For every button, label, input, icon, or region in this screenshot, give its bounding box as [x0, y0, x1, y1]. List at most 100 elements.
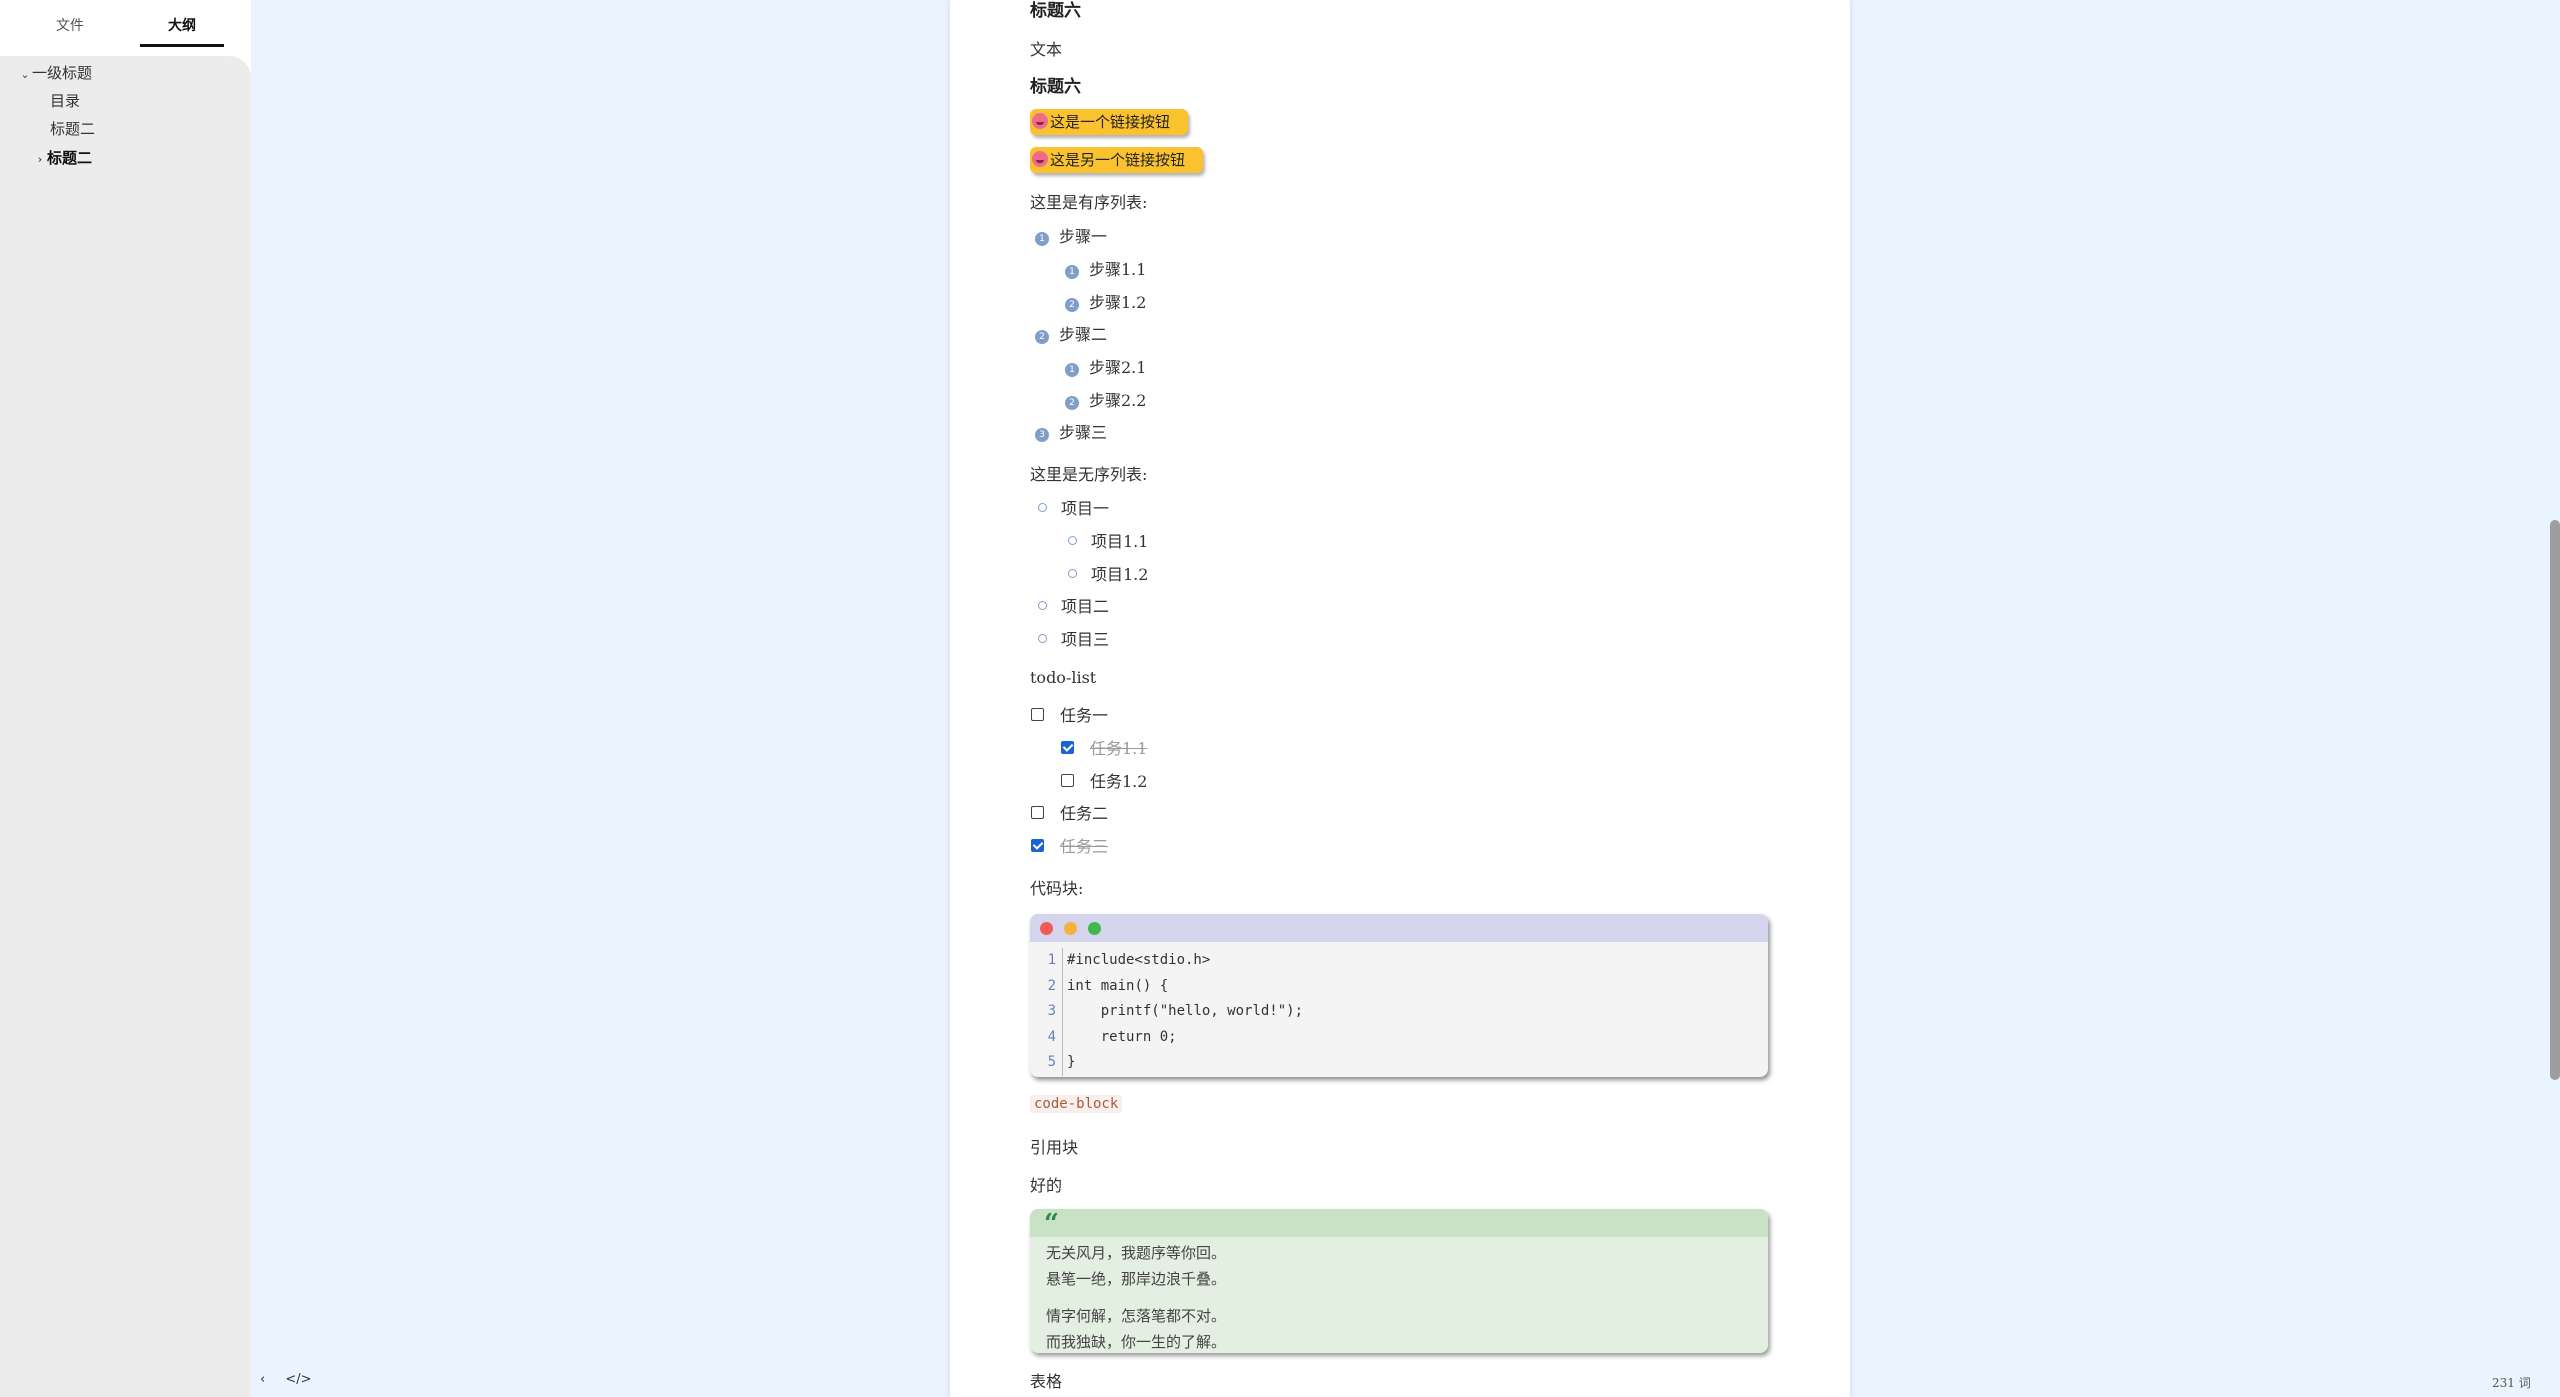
tab-outline[interactable]: 大纲	[140, 14, 224, 47]
quote-line: 无关风月，我题序等你回。	[1046, 1244, 1227, 1262]
heart-eyes-emoji-icon	[1032, 151, 1048, 167]
unordered-list-item: 项目一	[1035, 498, 1109, 520]
todo-item-label: 任务二	[1060, 804, 1109, 823]
code-text: #include<stdio.h>	[1067, 952, 1211, 968]
outline-item-label: 目录	[50, 92, 81, 110]
list-item-label: 步骤1.1	[1089, 260, 1147, 279]
list-item-label: 项目二	[1061, 597, 1110, 616]
todo-checkbox[interactable]	[1031, 708, 1044, 721]
outline-item-h2-active[interactable]: › 标题二	[33, 147, 92, 169]
list-item-label: 项目1.1	[1091, 532, 1149, 551]
quote-intro: 好的	[1030, 1176, 1063, 1195]
quote-block-title: 引用块	[1030, 1138, 1079, 1157]
todo-item: 任务一	[1031, 705, 1108, 727]
list-item-label: 项目1.2	[1091, 565, 1149, 584]
scrollbar[interactable]	[2546, 0, 2560, 1397]
sidebar-footer: ‹ </>	[260, 1372, 328, 1392]
todo-checkbox[interactable]	[1031, 806, 1044, 819]
code-token-function: main	[1100, 977, 1135, 994]
window-maximize-dot-icon	[1088, 922, 1101, 935]
heading-6-top: 标题六	[1030, 1, 1081, 21]
quote-line: 悬笔一绝，那岸边浪千叠。	[1046, 1270, 1227, 1288]
bullet-circle-icon	[1038, 634, 1047, 643]
list-number-badge: 1	[1035, 232, 1049, 246]
line-number: 1	[1030, 948, 1063, 974]
line-number: 4	[1030, 1024, 1063, 1050]
quote-mark-icon: “	[1044, 1209, 1059, 1239]
line-number: 2	[1030, 973, 1063, 999]
link-button-label: 这是一个链接按钮	[1050, 113, 1171, 131]
outline-item-toc[interactable]: 目录	[50, 90, 80, 112]
sidebar: 文件 大纲 ⌄ 一级标题 目录 标题二 › 标题二	[0, 0, 251, 1397]
paragraph-text: 文本	[1030, 40, 1063, 59]
todo-list-title: todo-list	[1030, 668, 1097, 687]
code-text: (	[1151, 1003, 1160, 1019]
link-button-1[interactable]: 这是一个链接按钮	[1030, 109, 1189, 135]
list-item-label: 步骤三	[1059, 423, 1108, 442]
todo-item: 任务1.2	[1061, 771, 1147, 793]
inline-code: code-block	[1030, 1095, 1123, 1113]
ordered-list-item: 3 步骤三	[1035, 422, 1107, 444]
ordered-list-item: 2 步骤2.2	[1065, 390, 1146, 412]
code-line: 1 #include<stdio.h>	[1030, 948, 1768, 974]
tab-files[interactable]: 文件	[30, 14, 110, 44]
list-item-label: 步骤2.1	[1089, 358, 1147, 377]
outline-item-h2[interactable]: 标题二	[50, 118, 95, 140]
code-block-intro: 代码块:	[1030, 879, 1084, 898]
todo-checkbox-checked[interactable]	[1031, 839, 1044, 852]
bullet-circle-icon	[1038, 503, 1047, 512]
todo-item: 任务二	[1031, 803, 1108, 825]
todo-item-label: 任务1.2	[1090, 772, 1148, 791]
list-item-label: 步骤2.2	[1089, 391, 1147, 410]
code-block: 1 #include<stdio.h> 2 int main() { 3 print…	[1030, 914, 1768, 1077]
code-token-string: "hello, world!"	[1159, 1003, 1287, 1019]
heart-eyes-emoji-icon	[1032, 113, 1048, 129]
chevron-right-icon[interactable]: ›	[33, 149, 47, 171]
code-line: 5}	[1030, 1050, 1768, 1076]
code-body[interactable]: 1 #include<stdio.h> 2 int main() { 3 print…	[1030, 948, 1768, 1076]
bullet-circle-icon	[1038, 601, 1047, 610]
ordered-list-intro: 这里是有序列表:	[1030, 193, 1148, 212]
ordered-list-item: 1 步骤1.1	[1065, 259, 1146, 281]
list-number-badge: 1	[1065, 363, 1079, 377]
quote-line: 而我独缺，你一生的了解。	[1046, 1333, 1227, 1351]
heading-6: 标题六	[1030, 77, 1081, 97]
todo-item: 任务三	[1031, 836, 1108, 858]
code-block-header	[1030, 914, 1768, 942]
unordered-list-item: 项目1.1	[1065, 531, 1148, 553]
code-text: () {	[1134, 977, 1169, 994]
list-item-label: 项目三	[1061, 630, 1110, 649]
todo-item-label: 任务1.1	[1090, 739, 1148, 758]
outline-panel: ⌄ 一级标题 目录 标题二 › 标题二	[0, 56, 251, 1397]
link-button-2[interactable]: 这是另一个链接按钮	[1030, 147, 1204, 173]
list-item-label: 项目一	[1061, 499, 1110, 518]
outline-item-label: 标题二	[50, 120, 96, 138]
list-number-badge: 2	[1035, 330, 1049, 344]
unordered-list-item: 项目二	[1035, 596, 1109, 618]
code-text: }	[1067, 1054, 1076, 1070]
chevron-down-icon[interactable]: ⌄	[18, 64, 32, 86]
outline-item-h1[interactable]: ⌄ 一级标题	[18, 62, 92, 84]
outline-item-label: 一级标题	[32, 64, 93, 82]
code-text: 0;	[1151, 1028, 1177, 1045]
table-title: 表格	[1030, 1372, 1063, 1391]
list-number-badge: 1	[1065, 265, 1079, 279]
scrollbar-thumb[interactable]	[2550, 520, 2560, 1080]
bullet-circle-icon	[1068, 536, 1077, 545]
list-item-label: 步骤一	[1059, 227, 1108, 246]
list-number-badge: 2	[1065, 396, 1079, 410]
unordered-list-intro: 这里是无序列表:	[1030, 465, 1148, 484]
todo-checkbox[interactable]	[1061, 774, 1074, 787]
sidebar-tabs: 文件 大纲	[0, 0, 251, 52]
todo-item-label: 任务三	[1060, 837, 1109, 856]
source-code-icon[interactable]: </>	[285, 1372, 311, 1387]
collapse-sidebar-icon[interactable]: ‹	[260, 1372, 265, 1387]
todo-checkbox-checked[interactable]	[1061, 741, 1074, 754]
list-number-badge: 3	[1035, 428, 1049, 442]
list-item-label: 步骤1.2	[1089, 293, 1147, 312]
code-token-function: printf	[1100, 1003, 1152, 1019]
word-count: 231 词	[2492, 1376, 2531, 1390]
todo-item: 任务1.1	[1061, 738, 1147, 760]
document-page: 标题六 文本 标题六 这是一个链接按钮 这是另一个链接按钮 这里是有序列表: 1…	[950, 0, 1850, 1397]
